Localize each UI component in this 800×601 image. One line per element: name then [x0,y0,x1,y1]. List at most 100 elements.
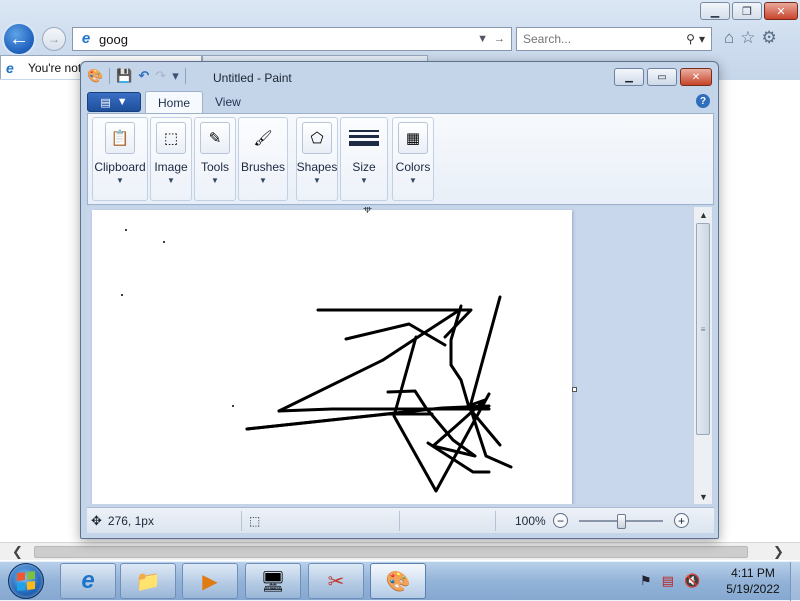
address-bar[interactable]: e goog ▼ → [72,27,512,51]
back-button[interactable]: ← [2,22,36,56]
select-icon: ⬚ [156,122,186,154]
clock[interactable]: 4:11 PM 5/19/2022 [716,565,790,597]
dot [163,241,165,243]
taskbar-control-panel[interactable]: 🖥 [245,563,301,599]
chevron-down-icon: ▼ [259,176,267,185]
horizontal-scroll-thumb[interactable] [34,546,748,558]
paint-app-icon[interactable]: 🎨 [87,68,103,84]
customize-qat-icon[interactable]: ▾ [172,68,179,84]
scroll-up-icon[interactable]: ▲ [699,210,708,220]
taskbar-snipping-tool[interactable]: ✂ [308,563,364,599]
size-label: Size [352,160,376,174]
clipboard-group[interactable]: 📋 Clipboard ▼ [92,117,148,201]
browser-horizontal-scrollbar[interactable]: ❮ ❯ [0,542,800,560]
system-tray: ⚑ ▤ 🔇 [640,573,700,589]
go-icon[interactable]: → [494,33,505,45]
dropdown-icon[interactable]: ▼ [477,33,488,45]
search-dropdown-icon[interactable]: ▾ [699,32,705,46]
drawing-canvas[interactable] [92,210,572,504]
shapes-group[interactable]: ⬠ Shapes ▼ [296,117,338,201]
canvas-area: ⌖ [87,207,699,504]
media-player-icon: ▶ [202,570,218,593]
zoom-in-button[interactable]: + [674,513,689,528]
forward-button[interactable]: → [42,27,66,51]
browser-caption-buttons: ▁ ❐ ✕ [700,2,798,20]
tab-view[interactable]: View [203,91,253,113]
back-icon: ← [9,27,29,50]
taskbar-internet-explorer[interactable]: e [60,563,116,599]
control-panel-icon: 🖥 [260,570,286,593]
vertical-scroll-thumb[interactable]: ≡ [696,223,710,435]
chevron-down-icon: ▼ [116,96,128,108]
chevron-down-icon: ▼ [360,176,368,185]
canvas-vertical-scrollbar[interactable]: ▲ ≡ ▼ [693,207,712,504]
paint-menu-button[interactable]: ▤ ▼ [87,92,141,112]
size-group[interactable]: Size ▼ [340,117,388,201]
paint-window-title: Untitled - Paint [213,71,292,85]
paint-close-button[interactable]: ✕ [680,68,712,86]
address-text[interactable]: goog [99,32,477,47]
cursor-position: 276, 1px [107,513,154,528]
paint-title-bar[interactable]: 🎨 💾 ↶ ↷ ▾ Untitled - Paint ▁ ▭ ✕ [81,62,718,92]
canvas-resize-handle[interactable] [572,387,577,392]
home-icon[interactable]: ⌂ [724,28,734,48]
browser-minimize-button[interactable]: ▁ [700,2,730,20]
browser-restore-button[interactable]: ❐ [732,2,762,20]
quick-access-toolbar: 🎨 💾 ↶ ↷ ▾ [87,68,186,84]
search-icon[interactable]: ⚲ [686,32,695,46]
scroll-left-icon[interactable]: ❮ [12,544,23,560]
brushes-label: Brushes [240,160,286,174]
chevron-down-icon: ▼ [409,176,417,185]
help-icon[interactable]: ? [696,94,710,108]
start-button[interactable] [8,563,44,599]
shapes-label: Shapes [296,160,338,174]
colors-label: Colors [395,160,431,174]
browser-tools: ⌂ ☆ ⚙ [724,28,777,48]
stroke-spike [468,295,513,469]
paint-window: 🎨 💾 ↶ ↷ ▾ Untitled - Paint ▁ ▭ ✕ ▤ ▼ Hom… [80,61,719,539]
cursor-position-icon: ✥ [91,512,102,528]
colors-group[interactable]: ▦ Colors ▼ [392,117,434,201]
menu-icon: ▤ [100,96,111,109]
favorites-icon[interactable]: ☆ [740,28,755,48]
stroke-top-bar [316,308,473,339]
show-desktop-button[interactable] [790,562,800,601]
taskbar-windows-explorer[interactable]: 📁 [120,563,176,599]
action-center-flag-icon[interactable]: ⚑ [640,573,652,589]
search-box[interactable]: ⚲ ▾ [516,27,712,51]
scroll-right-icon[interactable]: ❯ [773,544,784,560]
redo-icon[interactable]: ↷ [155,68,166,84]
paint-minimize-button[interactable]: ▁ [614,68,644,86]
tools-group[interactable]: ✎ Tools ▼ [194,117,236,201]
scroll-down-icon[interactable]: ▼ [699,492,708,502]
save-icon[interactable]: 💾 [116,68,132,84]
network-icon[interactable]: ▤ [662,573,674,589]
search-input[interactable] [523,32,687,46]
undo-icon[interactable]: ↶ [138,68,149,84]
paint-maximize-button[interactable]: ▭ [647,68,677,86]
folder-icon: 📁 [135,570,161,593]
crosshair-cursor-icon: ⌖ [363,207,373,218]
paint-icon: 🎨 [385,570,411,593]
taskbar-paint[interactable]: 🎨 [370,563,426,599]
taskbar: e 📁 ▶ 🖥 ✂ 🎨 ⚑ ▤ 🔇 4:11 PM 5/19/2022 [0,561,800,601]
gear-icon[interactable]: ⚙ [762,28,777,48]
windows-logo-icon [17,571,35,591]
tab-home[interactable]: Home [145,91,204,113]
chevron-down-icon: ▼ [211,176,219,185]
volume-muted-icon[interactable]: 🔇 [684,573,700,589]
dot [232,405,234,407]
browser-close-button[interactable]: ✕ [764,2,798,20]
ie-page-icon: e [81,30,91,47]
image-group[interactable]: ⬚ Image ▼ [150,117,192,201]
tab-label: You're not [28,60,82,75]
color-palette-icon: ▦ [398,122,428,154]
taskbar-media-player[interactable]: ▶ [182,563,238,599]
selection-size-icon: ⬚ [249,513,261,528]
brushes-group[interactable]: 🖌 Brushes ▼ [238,117,288,201]
zoom-slider-thumb[interactable] [616,514,626,529]
clock-time: 4:11 PM [731,566,775,580]
tools-label: Tools [200,160,229,174]
clipboard-icon: 📋 [105,122,135,154]
zoom-out-button[interactable]: − [553,513,568,528]
